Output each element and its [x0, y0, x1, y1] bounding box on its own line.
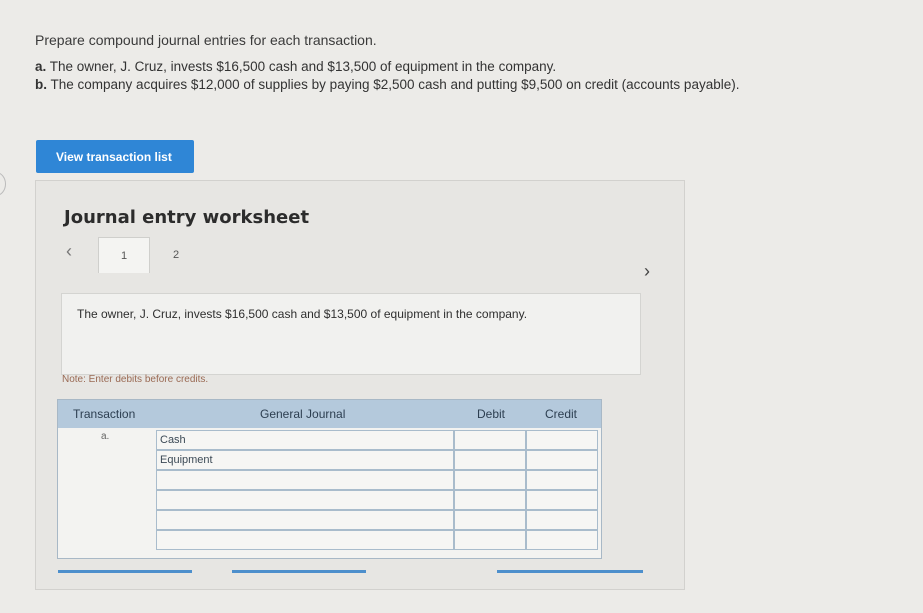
transaction-a: a. The owner, J. Cruz, invests $16,500 c… [35, 58, 739, 76]
transaction-letter: b. [35, 77, 47, 92]
transaction-descriptions: a. The owner, J. Cruz, invests $16,500 c… [35, 58, 739, 94]
row-transaction-label: a. [101, 431, 110, 442]
credit-field[interactable] [526, 430, 598, 450]
debit-field[interactable] [454, 470, 526, 490]
partial-circle-decoration [0, 172, 6, 196]
debit-field[interactable] [454, 450, 526, 470]
account-field[interactable]: Equipment [156, 450, 454, 470]
chevron-left-icon[interactable]: ‹ [66, 241, 72, 262]
debit-field[interactable] [454, 430, 526, 450]
debit-field[interactable] [454, 510, 526, 530]
tab-2[interactable]: 2 [150, 237, 202, 273]
credit-field[interactable] [526, 490, 598, 510]
header-debit: Debit [477, 407, 506, 421]
journal-entry-worksheet: Journal entry worksheet ‹ 1 2 › The owne… [35, 180, 685, 590]
account-field[interactable] [156, 490, 454, 510]
clear-entry-button-edge[interactable] [232, 570, 366, 573]
transaction-b: b. The company acquires $12,000 of suppl… [35, 76, 739, 94]
credit-field[interactable] [526, 510, 598, 530]
tab-1[interactable]: 1 [98, 237, 150, 273]
account-field[interactable] [156, 470, 454, 490]
header-transaction: Transaction [73, 407, 136, 421]
account-field[interactable]: Cash [156, 430, 454, 450]
journal-table-header: Transaction General Journal Debit Credit [58, 400, 601, 428]
transaction-text: The owner, J. Cruz, invests $16,500 cash… [49, 59, 557, 74]
transaction-description: The owner, J. Cruz, invests $16,500 cash… [77, 307, 528, 321]
header-general-journal: General Journal [260, 407, 346, 421]
journal-table: Transaction General Journal Debit Credit… [57, 399, 602, 559]
transaction-letter: a. [35, 59, 47, 74]
transaction-text: The company acquires $12,000 of supplies… [50, 77, 740, 92]
debit-field[interactable] [454, 530, 526, 550]
record-entry-button-edge[interactable] [58, 570, 192, 573]
instructions: Prepare compound journal entries for eac… [35, 32, 377, 48]
credit-field[interactable] [526, 450, 598, 470]
account-field[interactable] [156, 510, 454, 530]
header-credit: Credit [545, 407, 578, 421]
view-general-journal-button-edge[interactable] [497, 570, 643, 573]
credit-field[interactable] [526, 530, 598, 550]
debit-field[interactable] [454, 490, 526, 510]
chevron-right-icon[interactable]: › [644, 261, 650, 282]
transaction-description-box: The owner, J. Cruz, invests $16,500 cash… [61, 293, 641, 375]
view-transaction-list-button[interactable]: View transaction list [36, 140, 194, 173]
credit-field[interactable] [526, 470, 598, 490]
account-field[interactable] [156, 530, 454, 550]
worksheet-title: Journal entry worksheet [64, 207, 310, 228]
entry-note: Note: Enter debits before credits. [62, 374, 209, 385]
